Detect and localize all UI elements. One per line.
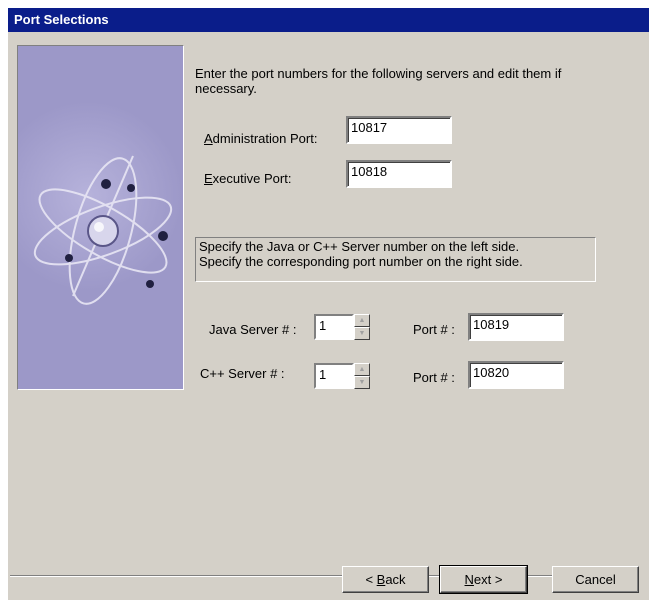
spin-up-icon[interactable]: ▲ <box>354 363 370 376</box>
port-selections-dialog: Port Selections Enter the port numbers f… <box>8 8 649 600</box>
admin-port-label: Administration Port: <box>204 131 318 146</box>
cpp-server-label: C++ Server # : <box>200 366 285 381</box>
button-separator <box>10 575 631 577</box>
cpp-port-label: Port # : <box>413 370 455 385</box>
java-server-spinner[interactable]: ▲ ▼ <box>354 314 370 340</box>
java-server-label: Java Server # : <box>209 322 297 337</box>
title-bar: Port Selections <box>8 8 649 32</box>
info-box: Specify the Java or C++ Server number on… <box>195 237 596 282</box>
spin-down-icon[interactable]: ▼ <box>354 376 370 389</box>
cpp-server-spinner[interactable]: ▲ ▼ <box>354 363 370 389</box>
java-server-input[interactable]: 1 <box>314 314 354 340</box>
exec-port-input[interactable]: 10818 <box>346 160 452 188</box>
java-port-input[interactable]: 10819 <box>468 313 564 341</box>
admin-port-input[interactable]: 10817 <box>346 116 452 144</box>
info-line-2: Specify the corresponding port number on… <box>199 254 523 269</box>
spin-down-icon[interactable]: ▼ <box>354 327 370 340</box>
back-button[interactable]: < Back <box>342 566 429 593</box>
spin-up-icon[interactable]: ▲ <box>354 314 370 327</box>
cancel-button[interactable]: Cancel <box>552 566 639 593</box>
exec-port-label: Executive Port: <box>204 171 292 186</box>
java-port-label: Port # : <box>413 322 455 337</box>
next-button[interactable]: Next > <box>439 565 528 594</box>
intro-text: Enter the port numbers for the following… <box>195 66 562 96</box>
atom-graphic-icon <box>17 45 184 390</box>
window-title: Port Selections <box>14 12 109 27</box>
cpp-port-input[interactable]: 10820 <box>468 361 564 389</box>
cpp-server-input[interactable]: 1 <box>314 363 354 389</box>
info-line-1: Specify the Java or C++ Server number on… <box>199 239 520 254</box>
